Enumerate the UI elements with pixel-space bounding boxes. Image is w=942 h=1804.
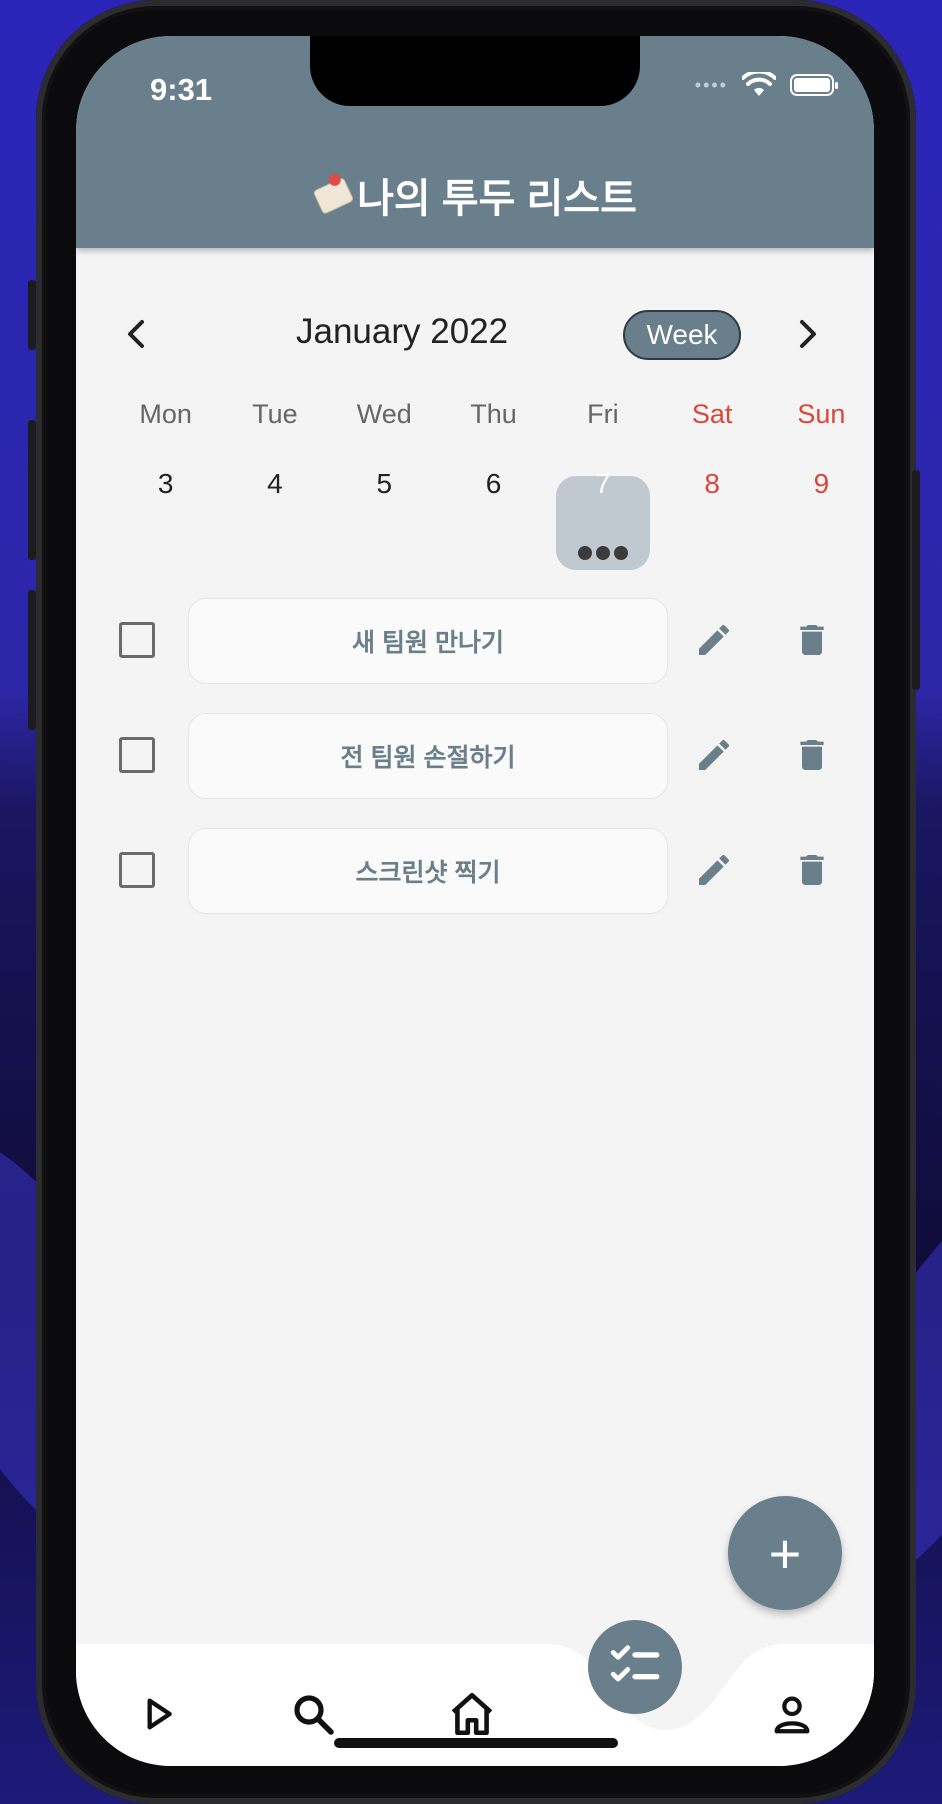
day-number: 3 [157, 468, 174, 499]
day-fri-selected[interactable]: Fri 7 [548, 394, 657, 570]
day-of-week: Sat [691, 399, 733, 429]
day-number: 4 [267, 468, 283, 499]
pencil-icon [699, 854, 730, 885]
nav-todo-list[interactable] [588, 1620, 682, 1714]
home-indicator [334, 1738, 618, 1748]
side-button [28, 280, 36, 350]
edit-button[interactable] [694, 735, 734, 775]
day-of-week: Sun [797, 399, 846, 429]
trash-icon [800, 625, 824, 655]
nav-search[interactable] [283, 1684, 343, 1744]
side-button [28, 590, 36, 730]
edit-button[interactable] [694, 850, 734, 890]
day-number: 7 [595, 468, 611, 499]
side-button [28, 420, 36, 560]
day-sat[interactable]: Sat 8 [657, 394, 766, 504]
todo-label[interactable]: 스크린샷 찍기 [188, 828, 668, 914]
add-todo-button[interactable]: + [728, 1496, 842, 1610]
delete-button[interactable] [792, 735, 832, 775]
prev-week-button[interactable] [111, 304, 161, 364]
app-screen: 9:31 •••• 나의 투두 리스트 January 2022 Week Mo… [76, 36, 874, 1766]
edit-button[interactable] [694, 620, 734, 660]
trash-icon [800, 740, 824, 770]
pencil-icon [699, 739, 730, 770]
day-thu[interactable]: Thu 6 [439, 394, 548, 504]
next-week-button[interactable] [783, 304, 833, 364]
home-icon [451, 1692, 493, 1736]
delete-button[interactable] [792, 850, 832, 890]
day-of-week: Thu [470, 399, 517, 429]
todo-item: 전 팀원 손절하기 [76, 711, 874, 801]
nav-profile[interactable] [762, 1684, 822, 1744]
event-markers [548, 546, 657, 560]
pencil-icon [699, 624, 730, 655]
day-wed[interactable]: Wed 5 [330, 394, 439, 504]
day-sun[interactable]: Sun 9 [767, 394, 874, 504]
week-days: Mon 3 Tue 4 Wed 5 Thu 6 Fri 7 Sat 8 Sun … [111, 394, 874, 570]
day-of-week: Tue [252, 399, 298, 429]
calendar-header: January 2022 Week [76, 304, 874, 364]
play-icon [147, 1698, 172, 1730]
wifi-icon [742, 72, 776, 96]
day-number: 5 [376, 468, 393, 499]
signal-icon: •••• [694, 74, 728, 95]
todo-label[interactable]: 새 팀원 만나기 [188, 598, 668, 684]
day-of-week: Mon [139, 399, 192, 429]
battery-icon [790, 74, 838, 96]
notch [310, 36, 640, 106]
day-number: 6 [485, 468, 502, 499]
month-label: January 2022 [296, 312, 509, 351]
search-icon [294, 1695, 334, 1735]
todo-item: 새 팀원 만나기 [76, 596, 874, 686]
status-time: 9:31 [150, 72, 213, 107]
nav-home[interactable] [442, 1684, 502, 1744]
checklist-icon [610, 1645, 660, 1682]
nav-play[interactable] [128, 1684, 188, 1744]
side-button [912, 470, 920, 690]
todo-checkbox[interactable] [119, 737, 155, 773]
delete-button[interactable] [792, 620, 832, 660]
tag-pin-icon [308, 171, 359, 219]
day-mon[interactable]: Mon 3 [111, 394, 220, 504]
day-of-week: Fri [587, 399, 619, 429]
trash-icon [800, 855, 824, 885]
week-toggle-button[interactable]: Week [623, 310, 741, 360]
person-icon [774, 1696, 810, 1734]
todo-label[interactable]: 전 팀원 손절하기 [188, 713, 668, 799]
app-title-row: 나의 투두 리스트 [76, 166, 874, 224]
day-of-week: Wed [356, 399, 412, 429]
status-icons: •••• [694, 72, 838, 98]
todo-checkbox[interactable] [119, 622, 155, 658]
day-number: 8 [704, 468, 720, 499]
app-title: 나의 투두 리스트 [357, 177, 637, 221]
day-number: 9 [813, 468, 830, 499]
todo-item: 스크린샷 찍기 [76, 826, 874, 916]
todo-checkbox[interactable] [119, 852, 155, 888]
chevron-left-icon [128, 320, 144, 348]
chevron-right-icon [800, 320, 816, 348]
day-tue[interactable]: Tue 4 [220, 394, 329, 504]
